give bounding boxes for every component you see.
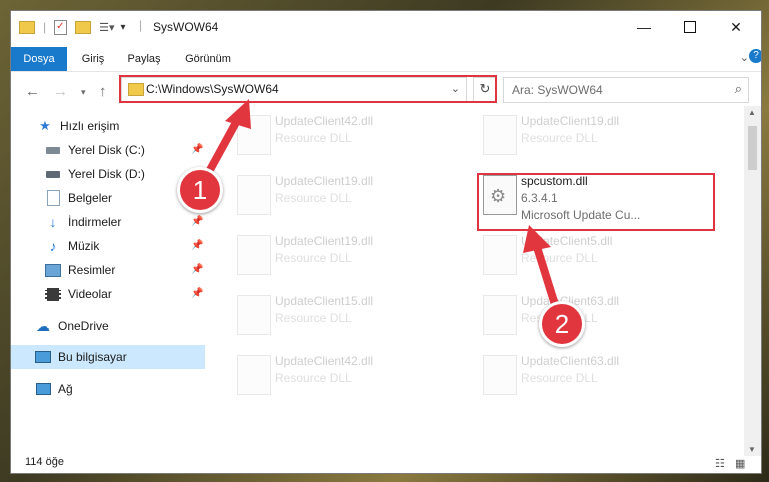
annotation-badge-1: 1 xyxy=(177,167,223,213)
explorer-window: | ✓ ☰▾ ▾ | SysWOW64 — ✕ Dosya Giriş Payl… xyxy=(10,10,762,474)
arrow-2 xyxy=(523,225,561,315)
annotation-arrows xyxy=(201,99,561,315)
annotation-badge-2: 2 xyxy=(539,301,585,347)
arrow-1 xyxy=(201,99,251,183)
